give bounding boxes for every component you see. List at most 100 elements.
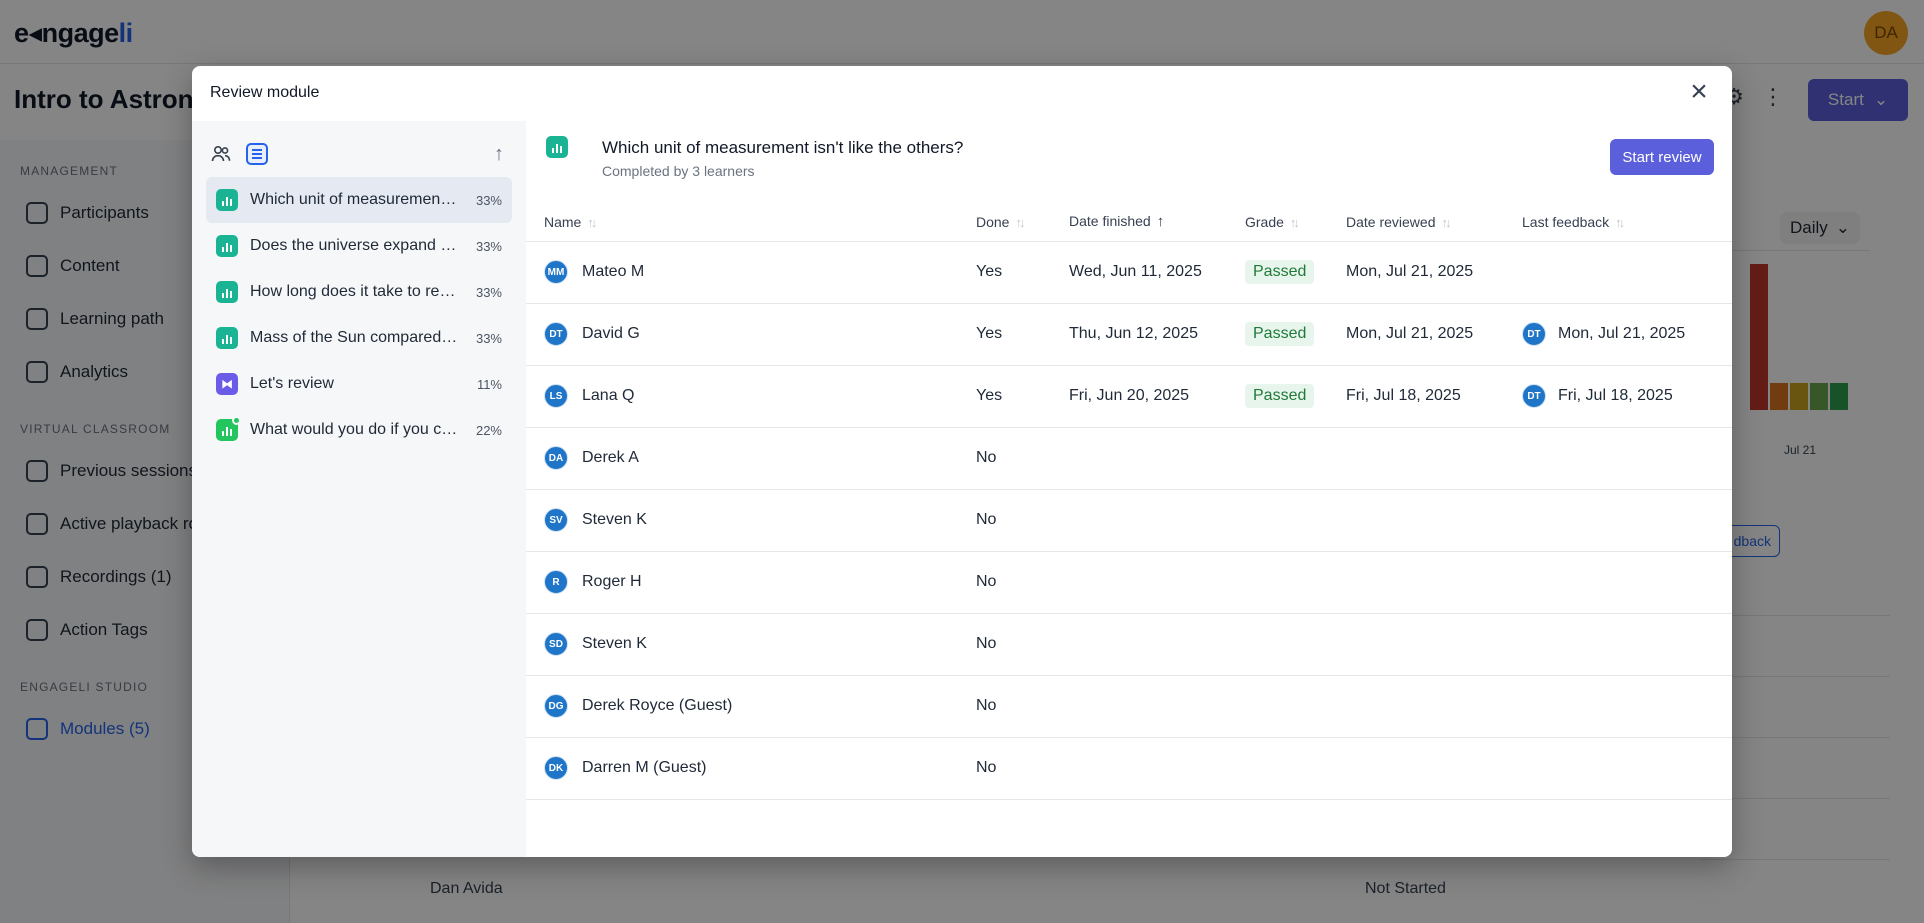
people-icon[interactable] <box>210 143 232 165</box>
sort-icon[interactable]: ↑↓ <box>1615 215 1625 230</box>
reviewer-avatar: DT <box>1522 322 1546 346</box>
avatar: MM <box>544 260 568 284</box>
close-icon[interactable]: × <box>1684 77 1714 108</box>
date-reviewed-cell: Fri, Jul 18, 2025 <box>1346 365 1522 428</box>
sort-icon[interactable]: ↑↓ <box>1442 215 1452 230</box>
table-row[interactable]: SV Steven K No <box>526 489 1732 552</box>
module-list-item[interactable]: Which unit of measurement isn't like the… <box>206 177 512 223</box>
last-feedback-cell <box>1522 737 1732 800</box>
grade-cell <box>1245 427 1346 490</box>
name-cell: DA Derek A <box>526 427 976 490</box>
learner-name: Roger H <box>582 573 642 590</box>
module-completion: 33% <box>475 284 502 300</box>
grade-cell <box>1245 489 1346 552</box>
date-finished-cell <box>1069 427 1245 490</box>
table-row[interactable]: R Roger H No <box>526 551 1732 614</box>
date-finished-cell <box>1069 489 1245 552</box>
date-finished-cell <box>1069 675 1245 738</box>
sort-up-icon[interactable]: ↑ <box>488 143 510 165</box>
done-cell: No <box>976 551 1069 614</box>
done-cell: No <box>976 675 1069 738</box>
sort-asc-icon[interactable]: ↑ <box>1157 213 1165 230</box>
grade-cell <box>1245 737 1346 800</box>
last-feedback-cell <box>1522 613 1732 676</box>
name-cell: LS Lana Q <box>526 365 976 428</box>
sort-icon[interactable]: ↑↓ <box>1290 215 1300 230</box>
status-badge: Passed <box>1245 384 1315 408</box>
done-cell: No <box>976 613 1069 676</box>
avatar: DK <box>544 756 568 780</box>
grade-cell: Passed <box>1245 241 1346 304</box>
learner-name: Steven K <box>582 511 647 528</box>
table-row[interactable]: MM Mateo M Yes Wed, Jun 11, 2025 Passed Mon, … <box>526 241 1732 304</box>
poll-icon <box>216 327 238 349</box>
date-reviewed-cell: Mon, Jul 21, 2025 <box>1346 241 1522 304</box>
col-date-finished[interactable]: Date finished ↑ <box>1069 203 1245 242</box>
poll-icon <box>216 281 238 303</box>
col-done[interactable]: Done ↑↓ <box>976 203 1069 242</box>
grade-cell: Passed <box>1245 303 1346 366</box>
start-review-button[interactable]: Start review <box>1610 139 1714 175</box>
date-reviewed-cell <box>1346 489 1522 552</box>
last-feedback-cell <box>1522 675 1732 738</box>
status-badge: Passed <box>1245 322 1315 346</box>
module-list-item[interactable]: How long does it take to reach the Moon?… <box>206 269 512 315</box>
col-grade[interactable]: Grade ↑↓ <box>1245 203 1346 242</box>
table-row[interactable]: DK Darren M (Guest) No <box>526 737 1732 800</box>
checklist-icon[interactable] <box>246 143 268 165</box>
date-reviewed-cell <box>1346 675 1522 738</box>
poll-icon <box>216 416 241 441</box>
learner-table: Name ↑↓ Done ↑↓ Date finished ↑ Grade ↑↓ Dat… <box>526 203 1732 800</box>
modal-title: Review module <box>210 84 320 101</box>
avatar: SD <box>544 632 568 656</box>
last-feedback-cell: DT Mon, Jul 21, 2025 <box>1522 303 1732 366</box>
col-date-reviewed[interactable]: Date reviewed ↑↓ <box>1346 203 1522 242</box>
col-name[interactable]: Name ↑↓ <box>526 203 976 242</box>
module-label: Let's review <box>250 375 334 392</box>
table-row[interactable]: DG Derek Royce (Guest) No <box>526 675 1732 738</box>
col-last-feedback[interactable]: Last feedback ↑↓ <box>1522 203 1732 242</box>
last-feedback-cell: DT Fri, Jul 18, 2025 <box>1522 365 1732 428</box>
table-row[interactable]: DA Derek A No <box>526 427 1732 490</box>
done-cell: Yes <box>976 241 1069 304</box>
module-completion: 11% <box>476 376 502 392</box>
table-row[interactable]: DT David G Yes Thu, Jun 12, 2025 Passed Mon, … <box>526 303 1732 366</box>
module-list-item[interactable]: Does the universe expand forever? 33% <box>206 223 512 269</box>
name-cell: SV Steven K <box>526 489 976 552</box>
module-list: Which unit of measurement isn't like the… <box>206 177 512 453</box>
done-cell: No <box>976 737 1069 800</box>
date-reviewed-cell <box>1346 551 1522 614</box>
learner-name: Lana Q <box>582 387 635 404</box>
last-feedback-cell <box>1522 489 1732 552</box>
sort-icon[interactable]: ↑↓ <box>1015 215 1025 230</box>
module-label: Which unit of measurement isn't like the… <box>250 191 460 208</box>
module-label: How long does it take to reach the Moon? <box>250 283 460 300</box>
module-detail-pane: Which unit of measurement isn't like the… <box>526 121 1732 857</box>
review-icon: ⧓ <box>216 373 238 395</box>
module-label: Mass of the Sun compared to Earth <box>250 329 460 346</box>
date-reviewed-cell <box>1346 737 1522 800</box>
module-completion: 22% <box>475 422 502 438</box>
module-list-item[interactable]: What would you do if you could visit spa… <box>206 407 512 453</box>
last-feedback-date: Fri, Jul 18, 2025 <box>1558 387 1673 405</box>
poll-icon <box>546 136 568 158</box>
date-reviewed-cell: Mon, Jul 21, 2025 <box>1346 303 1522 366</box>
module-completion: 33% <box>475 192 502 208</box>
module-list-item[interactable]: Mass of the Sun compared to Earth 33% <box>206 315 512 361</box>
review-module-modal: Review module × ↑ Which unit of measurem… <box>192 66 1732 857</box>
module-list-item[interactable]: ⧓ Let's review 11% <box>206 361 512 407</box>
grade-cell <box>1245 613 1346 676</box>
learner-name: Darren M (Guest) <box>582 759 707 776</box>
name-cell: R Roger H <box>526 551 976 614</box>
learner-name: Mateo M <box>582 263 645 280</box>
learner-name: Derek A <box>582 449 639 466</box>
status-badge: Passed <box>1245 260 1315 284</box>
table-row[interactable]: SD Steven K No <box>526 613 1732 676</box>
avatar: DT <box>544 322 568 346</box>
sort-icon[interactable]: ↑↓ <box>587 215 597 230</box>
grade-cell: Passed <box>1245 365 1346 428</box>
reviewer-avatar: DT <box>1522 384 1546 408</box>
learner-name: Derek Royce (Guest) <box>582 697 733 714</box>
table-row[interactable]: LS Lana Q Yes Fri, Jun 20, 2025 Passed Fri, J… <box>526 365 1732 428</box>
poll-icon <box>216 189 238 211</box>
